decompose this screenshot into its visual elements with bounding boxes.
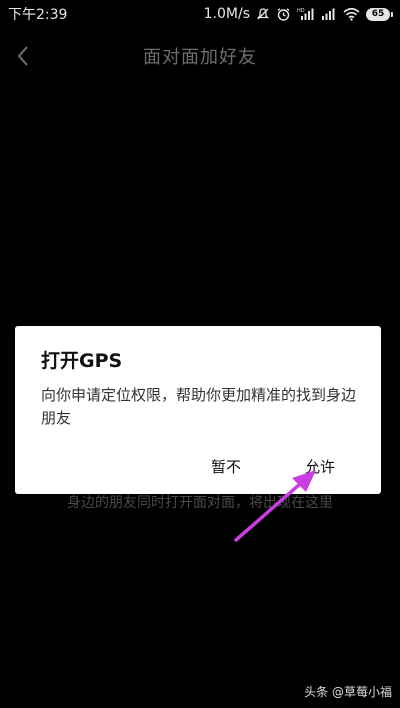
deny-button[interactable]: 暂不 [205, 452, 247, 481]
mute-icon [256, 7, 270, 21]
header: 面对面加好友 [0, 38, 400, 74]
back-button[interactable] [6, 38, 40, 74]
page-title: 面对面加好友 [143, 47, 257, 68]
allow-button[interactable]: 允许 [299, 452, 341, 481]
dialog-message: 向你申请定位权限，帮助你更加精准的找到身边朋友 [41, 386, 357, 427]
battery-icon: 65 [366, 7, 393, 21]
status-icons: 1.0M/s HD 65 [203, 6, 393, 22]
gps-permission-dialog: 打开GPS 向你申请定位权限，帮助你更加精准的找到身边朋友 暂不 允许 [15, 326, 381, 494]
status-bar: 下午2:39 1.0M/s HD 65 [0, 0, 400, 28]
network-speed: 1.0M/s [203, 6, 250, 22]
wifi-icon [343, 7, 360, 21]
alarm-icon [276, 7, 291, 22]
battery-level: 65 [371, 9, 385, 19]
signal-icon [321, 7, 337, 21]
nearby-hint: 身边的朋友同时打开面对面，将出现在这里 [67, 495, 333, 511]
svg-text:HD: HD [297, 8, 305, 14]
status-time: 下午2:39 [8, 7, 68, 23]
dialog-title: 打开GPS [41, 350, 123, 372]
hd-signal-icon: HD [297, 7, 315, 21]
chevron-left-icon [17, 46, 28, 66]
watermark: 头条 @草莓小福 [304, 685, 392, 699]
